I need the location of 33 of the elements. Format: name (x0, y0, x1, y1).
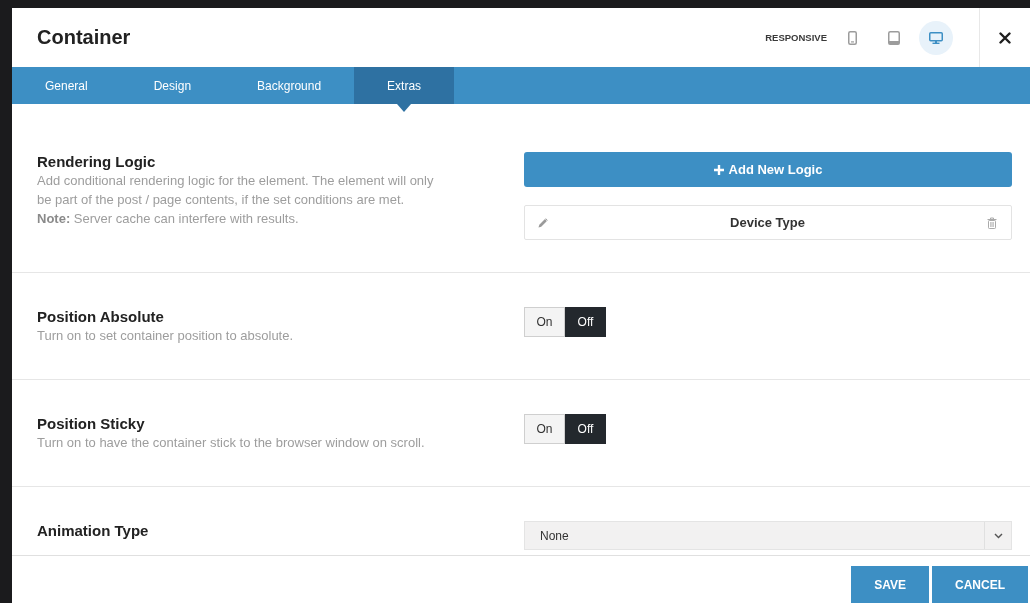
section-description: Turn on to have the container stick to the browser window on scroll. (37, 434, 426, 452)
section-title: Animation Type (37, 521, 150, 540)
section-title: Position Sticky (37, 414, 146, 433)
monitor-icon (929, 31, 943, 44)
tab[interactable]: Extras (354, 67, 455, 104)
responsive-label: RESPONSIVE (765, 32, 827, 43)
section-description: Add conditional rendering logic for the element. The element will only be part of the post / page contents, if the set conditions are met. (37, 172, 435, 209)
chevron-down-icon (993, 532, 1003, 539)
toggle-option[interactable]: Off (565, 307, 606, 337)
section-title: Position Absolute (37, 307, 165, 326)
section-description: Turn on to set container position to absolute. (37, 327, 295, 345)
toggle-option[interactable]: On (524, 414, 565, 444)
logic-rule-label: Device Type (729, 215, 806, 230)
toggle-option[interactable]: Off (565, 414, 606, 444)
save-button[interactable]: SAVE (851, 566, 929, 603)
section-note: Note: Server cache can interfere with results. (37, 210, 300, 228)
section-title: Rendering Logic (37, 152, 157, 171)
desktop-view-button[interactable] (919, 20, 953, 55)
tab-pointer-icon (397, 104, 412, 112)
dialog-title: Container (37, 26, 132, 49)
trash-icon[interactable] (987, 216, 997, 229)
plus-icon (713, 164, 724, 175)
tab[interactable]: Background (224, 67, 355, 104)
phone-icon (847, 30, 857, 45)
tab[interactable]: Design (120, 67, 225, 104)
cancel-button[interactable]: CANCEL (932, 566, 1028, 603)
close-icon (999, 31, 1011, 44)
add-logic-button[interactable]: Add New Logic (524, 152, 1012, 187)
animation-type-select[interactable]: None (524, 521, 1012, 550)
toggle-option[interactable]: On (524, 307, 565, 337)
tab[interactable]: General (12, 67, 121, 104)
pencil-icon[interactable] (538, 217, 548, 228)
tablet-icon (888, 30, 900, 45)
